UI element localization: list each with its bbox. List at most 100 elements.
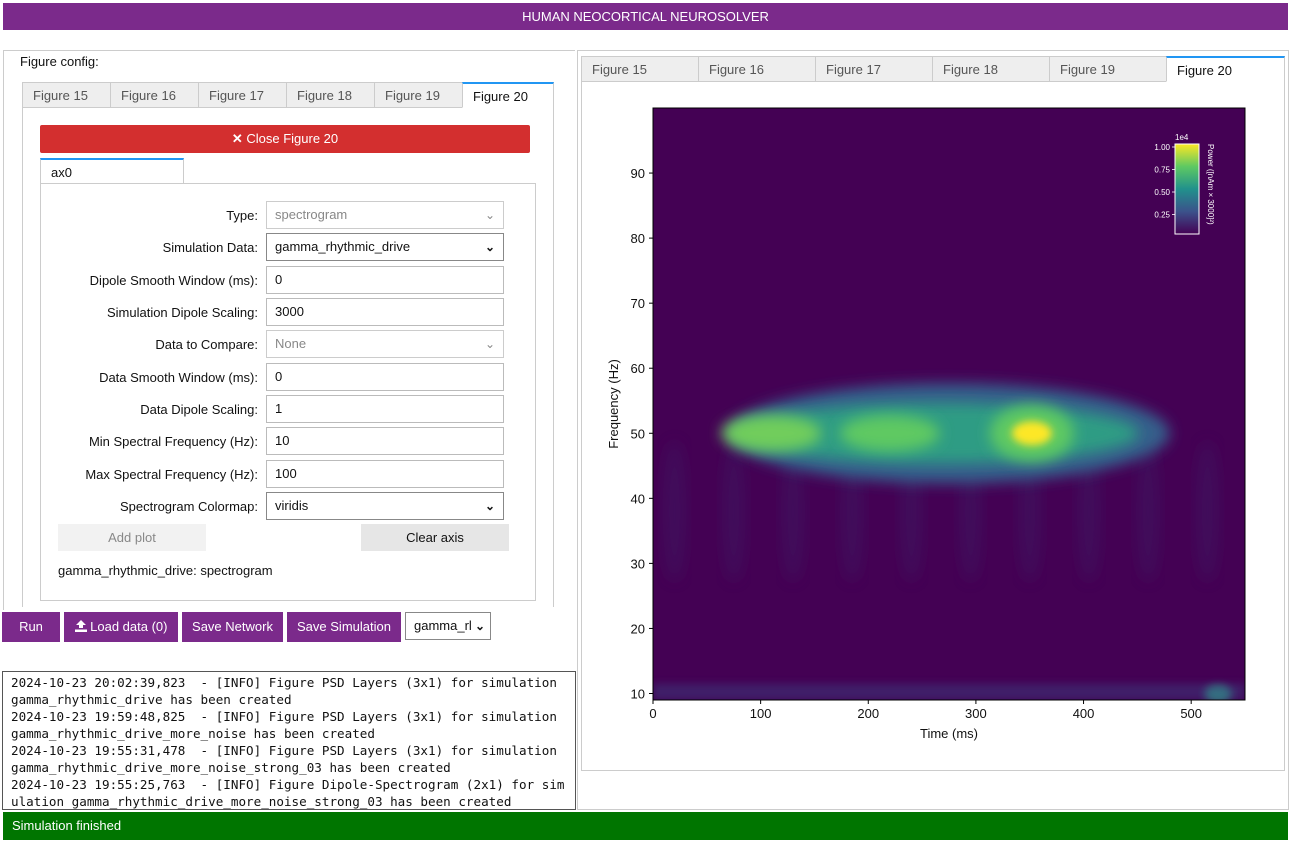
tab-figure-19[interactable]: Figure 19 <box>1049 56 1167 82</box>
y-tick-label: 30 <box>631 556 645 571</box>
gamma-secondary-peak <box>839 415 940 452</box>
y-tick-label: 50 <box>631 426 645 441</box>
figure-config-label: Figure config: <box>20 54 99 69</box>
save-network-button[interactable]: Save Network <box>182 612 283 642</box>
x-tick-label: 300 <box>965 706 987 721</box>
heatmap-striation <box>1136 441 1161 582</box>
tab-figure-16[interactable]: Figure 16 <box>110 82 199 108</box>
tab-figure-15[interactable]: Figure 15 <box>22 82 111 108</box>
upload-icon <box>74 613 87 632</box>
data-dipole-scaling-input[interactable]: 1 <box>266 395 504 423</box>
x-tick-label: 0 <box>649 706 656 721</box>
tab-figure-17[interactable]: Figure 17 <box>815 56 933 82</box>
log-line: 2024-10-23 19:59:48,825 - [INFO] Figure … <box>11 709 565 741</box>
simulation-data-label: Simulation Data: <box>162 240 258 255</box>
data-dipole-scaling-label: Data Dipole Scaling: <box>140 402 258 417</box>
log-line: 2024-10-23 19:55:31,478 - [INFO] Figure … <box>11 743 565 775</box>
load-data-button[interactable]: Load data (0) <box>64 612 178 642</box>
sim-dipole-scaling-label: Simulation Dipole Scaling: <box>106 305 258 320</box>
data-to-compare-value: None <box>275 336 307 351</box>
chevron-down-icon: ⌄ <box>484 208 495 222</box>
tab-figure-20[interactable]: Figure 20 <box>462 82 554 108</box>
tab-figure-18[interactable]: Figure 18 <box>286 82 375 108</box>
y-axis: 10 20 30 40 50 60 70 80 90 <box>631 166 653 701</box>
type-select[interactable]: spectrogram ⌄ <box>266 201 504 229</box>
y-tick-label: 10 <box>631 686 645 701</box>
colorbar-tick-label: 0.75 <box>1154 166 1170 175</box>
y-tick-label: 60 <box>631 361 645 376</box>
simulation-data-value: gamma_rhythmic_drive <box>275 239 411 254</box>
simulation-select[interactable]: gamma_rl ⌄ <box>405 612 491 640</box>
chevron-down-icon: ⌄ <box>474 613 485 639</box>
simulation-data-select[interactable]: gamma_rhythmic_drive ⌄ <box>266 233 504 261</box>
chevron-down-icon: ⌄ <box>484 337 495 351</box>
run-button[interactable]: Run <box>2 612 60 642</box>
spectrogram-chart: 0 100 200 300 400 500 10 20 30 40 50 60 70 80 90 Time… <box>606 107 1246 741</box>
colorbar-tick-label: 0.25 <box>1154 211 1170 220</box>
min-freq-label: Min Spectral Frequency (Hz): <box>88 434 258 449</box>
x-tick-label: 200 <box>857 706 879 721</box>
type-value: spectrogram <box>275 207 348 222</box>
gamma-peak <box>1011 421 1052 446</box>
max-freq-input[interactable]: 100 <box>266 460 504 488</box>
sim-dipole-scaling-input[interactable]: 3000 <box>266 298 504 326</box>
dipole-smooth-label: Dipole Smooth Window (ms): <box>89 273 258 288</box>
tab-ax0[interactable]: ax0 <box>40 158 184 184</box>
colormap-label: Spectrogram Colormap: <box>120 499 258 514</box>
y-tick-label: 70 <box>631 296 645 311</box>
close-figure-label: Close Figure 20 <box>246 131 339 146</box>
log-line: 2024-10-23 19:55:25,763 - [INFO] Figure … <box>11 777 565 809</box>
data-smooth-label: Data Smooth Window (ms): <box>99 370 258 385</box>
y-tick-label: 20 <box>631 621 645 636</box>
type-label: Type: <box>226 208 258 223</box>
save-simulation-button[interactable]: Save Simulation <box>287 612 401 642</box>
tab-figure-19[interactable]: Figure 19 <box>374 82 463 108</box>
load-data-label: Load data (0) <box>90 619 168 634</box>
log-output[interactable]: 2024-10-23 20:02:39,823 - [INFO] Figure … <box>2 671 576 810</box>
heatmap-striation <box>662 441 687 582</box>
tab-figure-18[interactable]: Figure 18 <box>932 56 1050 82</box>
y-axis-label: Frequency (Hz) <box>606 359 621 449</box>
close-figure-button[interactable]: ✕ Close Figure 20 <box>40 125 530 153</box>
clear-axis-button[interactable]: Clear axis <box>361 524 509 551</box>
colorbar-tick-label: 1.00 <box>1154 143 1170 152</box>
low-frequency-band <box>653 683 1245 700</box>
tab-figure-17[interactable]: Figure 17 <box>198 82 287 108</box>
left-figure-tabs: Figure 15 Figure 16 Figure 17 Figure 18 … <box>22 82 554 108</box>
dipole-smooth-input[interactable]: 0 <box>266 266 504 294</box>
colorbar-label: Power ([nAm × 3000]²) <box>1206 144 1215 225</box>
min-freq-input[interactable]: 10 <box>266 427 504 455</box>
heatmap-striation <box>721 441 746 582</box>
colorbar-tick-label: 0.50 <box>1154 188 1170 197</box>
y-tick-label: 90 <box>631 166 645 181</box>
chevron-down-icon: ⌄ <box>484 499 495 513</box>
max-freq-label: Max Spectral Frequency (Hz): <box>85 467 258 482</box>
gamma-secondary-peak <box>721 415 822 452</box>
colorbar-gradient <box>1174 143 1200 235</box>
tab-figure-15[interactable]: Figure 15 <box>581 56 699 82</box>
close-icon: ✕ <box>231 131 243 146</box>
x-axis-label: Time (ms) <box>920 726 978 741</box>
heatmap-striation <box>1195 441 1220 582</box>
colorbar-exponent: 1e4 <box>1175 133 1189 142</box>
data-smooth-input[interactable]: 0 <box>266 363 504 391</box>
app-title: HUMAN NEOCORTICAL NEUROSOLVER <box>3 3 1288 30</box>
x-tick-label: 100 <box>750 706 772 721</box>
y-tick-label: 80 <box>631 231 645 246</box>
x-tick-label: 500 <box>1180 706 1202 721</box>
colormap-select[interactable]: viridis ⌄ <box>266 492 504 520</box>
log-line: 2024-10-23 20:02:39,823 - [INFO] Figure … <box>11 675 565 707</box>
plot-summary: gamma_rhythmic_drive: spectrogram <box>58 563 273 578</box>
chevron-down-icon: ⌄ <box>484 240 495 254</box>
x-tick-label: 400 <box>1073 706 1095 721</box>
tab-figure-20[interactable]: Figure 20 <box>1166 56 1285 82</box>
axis-config-form: Type: spectrogram ⌄ Simulation Data: gamm… <box>40 200 510 530</box>
data-to-compare-label: Data to Compare: <box>155 337 258 352</box>
colormap-value: viridis <box>275 498 309 513</box>
data-to-compare-select[interactable]: None ⌄ <box>266 330 504 358</box>
tab-figure-16[interactable]: Figure 16 <box>698 56 816 82</box>
status-bar: Simulation finished <box>3 812 1288 840</box>
simulation-select-value: gamma_rl <box>414 618 472 633</box>
y-tick-label: 40 <box>631 491 645 506</box>
add-plot-button[interactable]: Add plot <box>58 524 206 551</box>
